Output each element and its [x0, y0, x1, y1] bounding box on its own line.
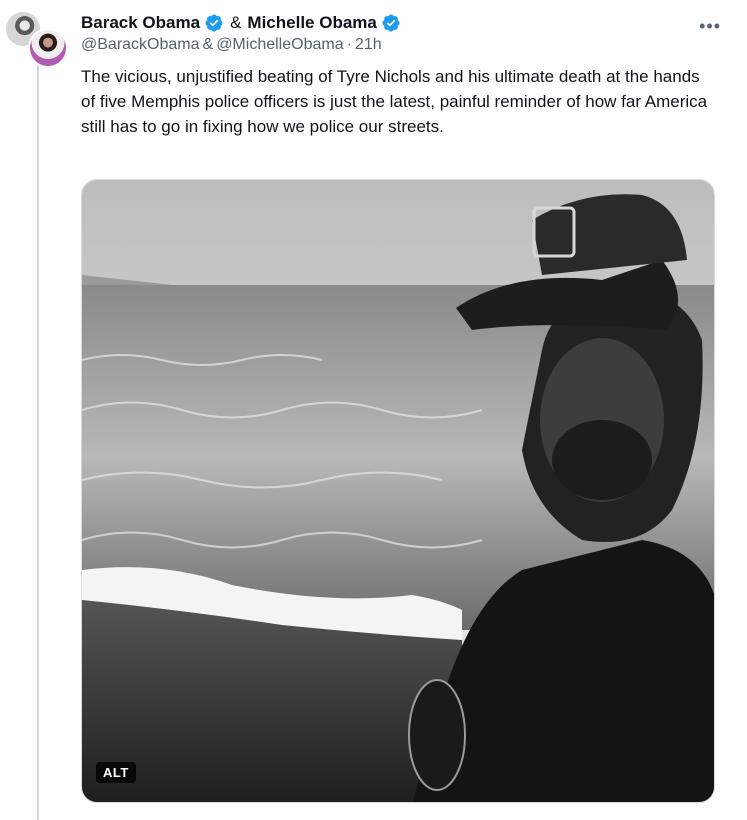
avatar-michelle[interactable]	[28, 28, 68, 68]
tweet-text: The vicious, unjustified beating of Tyre…	[81, 67, 708, 136]
ampersand: &	[230, 13, 242, 32]
handle-row: @BarackObama & @MichelleObama · 21h	[81, 36, 721, 58]
tweet-header: Barack Obama & Michelle Obama ••• @Barac…	[81, 10, 721, 58]
author-name-secondary[interactable]: Michelle Obama	[247, 13, 376, 33]
handle-secondary[interactable]: @MichelleObama	[216, 36, 343, 58]
handle-primary[interactable]: @BarackObama	[81, 36, 200, 58]
name-row: Barack Obama & Michelle Obama	[81, 10, 721, 36]
author-name-primary[interactable]: Barack Obama	[81, 13, 200, 33]
alt-badge[interactable]: ALT	[96, 762, 136, 783]
timestamp[interactable]: 21h	[355, 36, 382, 58]
ampersand: &	[202, 36, 214, 53]
more-horizontal-icon[interactable]: •••	[699, 16, 721, 37]
photo-illustration	[82, 180, 714, 802]
verified-badge-icon[interactable]	[204, 13, 224, 33]
thread-line	[37, 62, 39, 820]
verified-badge-icon[interactable]	[381, 13, 401, 33]
avatar-group[interactable]	[0, 6, 72, 68]
tweet-photo[interactable]: ALT	[81, 179, 715, 803]
separator: ·	[346, 36, 352, 53]
